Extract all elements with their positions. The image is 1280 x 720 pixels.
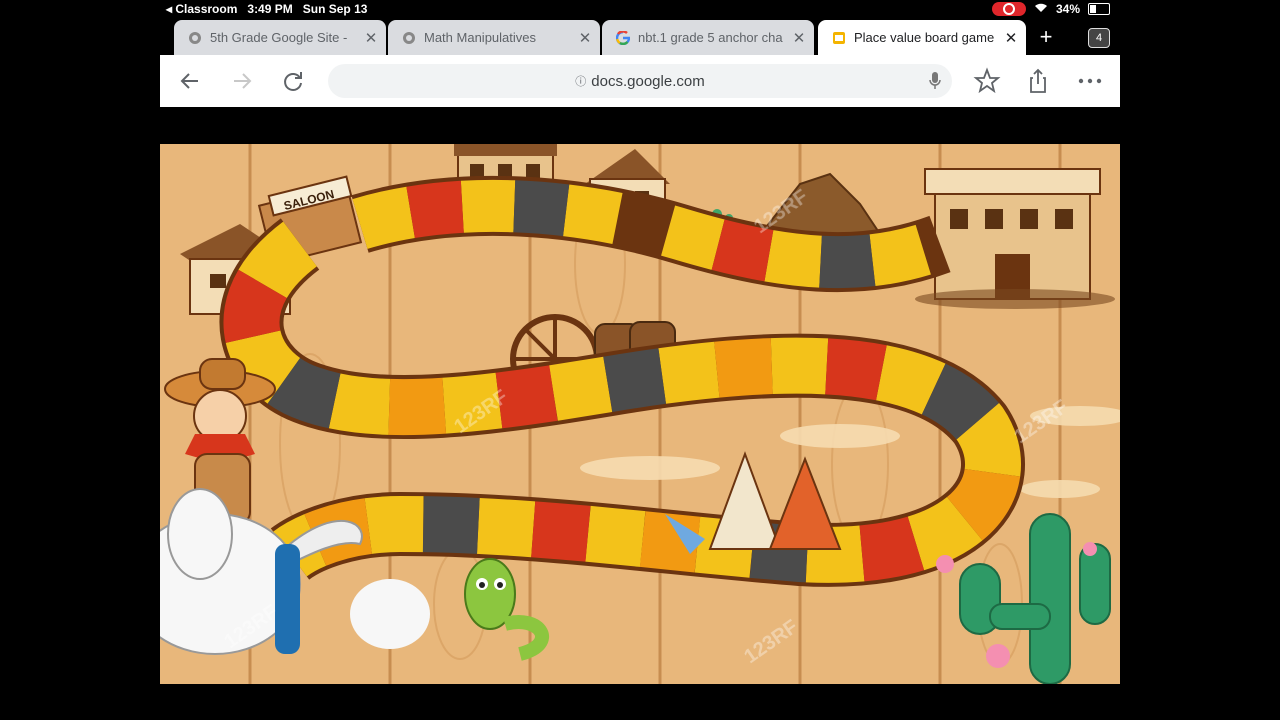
status-time: 3:49 PM bbox=[247, 2, 293, 16]
browser-toolbar: ⓘ docs.google.com bbox=[160, 55, 1120, 107]
slides-icon bbox=[833, 31, 845, 44]
share-icon bbox=[1030, 68, 1046, 93]
back-arrow-icon bbox=[180, 73, 198, 89]
board-illustration: SALOON 123RF 123RF 123RF 123RF 123RF bbox=[160, 144, 1120, 684]
close-icon[interactable]: ✕ bbox=[364, 29, 378, 47]
tab-label: nbt.1 grade 5 anchor cha bbox=[638, 30, 783, 45]
big-saloon-right bbox=[915, 168, 1115, 309]
tab-place-value-board-game[interactable]: Place value board game ✕ bbox=[818, 20, 1026, 55]
more-dots-icon bbox=[1078, 78, 1102, 84]
wifi-icon bbox=[1034, 2, 1048, 16]
close-icon[interactable]: ✕ bbox=[1004, 29, 1018, 47]
bookmark-button[interactable] bbox=[973, 67, 1001, 95]
globe-icon bbox=[403, 31, 415, 44]
back-button[interactable] bbox=[176, 67, 204, 95]
tab-label: Place value board game bbox=[854, 30, 995, 45]
battery-icon bbox=[1088, 3, 1110, 15]
reload-button[interactable] bbox=[279, 67, 307, 95]
google-icon bbox=[616, 30, 630, 45]
url-text: docs.google.com bbox=[591, 72, 705, 90]
tab-label: 5th Grade Google Site - bbox=[210, 30, 348, 45]
screen-recording-icon[interactable] bbox=[991, 2, 1026, 16]
address-bar[interactable]: ⓘ docs.google.com bbox=[328, 64, 952, 98]
globe-icon bbox=[189, 31, 201, 44]
board-game-image: SALOON 123RF 123RF 123RF 123RF 123RF bbox=[160, 144, 1120, 684]
close-icon[interactable]: ✕ bbox=[578, 29, 592, 47]
info-icon[interactable]: ⓘ bbox=[575, 73, 586, 89]
forward-button[interactable] bbox=[228, 67, 256, 95]
forward-arrow-icon bbox=[234, 73, 252, 89]
battery-percent: 34% bbox=[1055, 2, 1080, 16]
more-menu-button[interactable] bbox=[1076, 67, 1104, 95]
star-icon bbox=[973, 67, 1001, 94]
tab-switcher-button[interactable]: 4 bbox=[1088, 28, 1110, 48]
share-button[interactable] bbox=[1024, 67, 1052, 95]
close-icon[interactable]: ✕ bbox=[792, 29, 806, 47]
slide-viewer-top-margin bbox=[160, 107, 1120, 144]
tab-label: Math Manipulatives bbox=[424, 30, 536, 45]
new-tab-button[interactable]: + bbox=[1032, 24, 1060, 50]
tab-5th-grade-site[interactable]: 5th Grade Google Site - ✕ bbox=[174, 20, 386, 55]
status-bar: ◂ Classroom 3:49 PM Sun Sep 13 34% bbox=[160, 0, 1120, 18]
tab-math-manipulatives[interactable]: Math Manipulatives ✕ bbox=[388, 20, 600, 55]
microphone-icon[interactable] bbox=[928, 71, 942, 91]
back-to-app[interactable]: ◂ Classroom bbox=[166, 2, 237, 16]
tab-bar: 5th Grade Google Site - ✕ Math Manipulat… bbox=[160, 18, 1120, 55]
tab-nbt1-anchor-chart[interactable]: nbt.1 grade 5 anchor cha ✕ bbox=[602, 20, 814, 55]
reload-icon bbox=[284, 72, 302, 91]
status-date: Sun Sep 13 bbox=[302, 2, 368, 16]
